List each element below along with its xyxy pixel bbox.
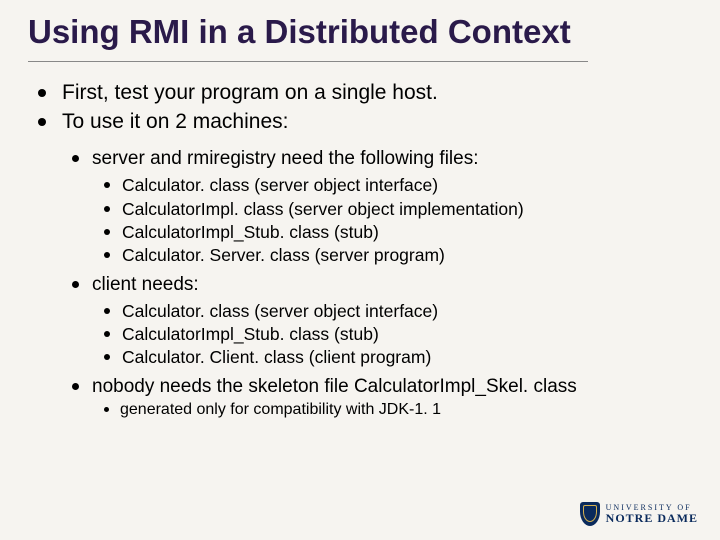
bullet-item: Calculator. class (server object interfa…: [92, 174, 692, 196]
bullet-item: generated only for compatibility with JD…: [92, 400, 692, 420]
bullet-text: CalculatorImpl_Stub. class (stub): [122, 222, 379, 242]
bullet-text: First, test your program on a single hos…: [62, 81, 438, 104]
bullet-item: CalculatorImpl. class (server object imp…: [92, 198, 692, 220]
bullet-item: server and rmiregistry need the followin…: [62, 147, 692, 266]
bullet-item: Calculator. class (server object interfa…: [92, 300, 692, 322]
bullet-item: Calculator. Server. class (server progra…: [92, 244, 692, 266]
bullet-item: CalculatorImpl_Stub. class (stub): [92, 221, 692, 243]
logo-text: UNIVERSITY OF NOTRE DAME: [606, 504, 698, 524]
bullet-text: server and rmiregistry need the followin…: [92, 148, 479, 169]
bullet-item: To use it on 2 machines: server and rmir…: [28, 109, 692, 421]
bullet-sublist: Calculator. class (server object interfa…: [92, 174, 692, 267]
bullet-text: CalculatorImpl_Stub. class (stub): [122, 324, 379, 344]
bullet-item: nobody needs the skeleton file Calculato…: [62, 375, 692, 421]
bullet-text: Calculator. Client. class (client progra…: [122, 347, 431, 367]
bullet-item: Calculator. Client. class (client progra…: [92, 346, 692, 368]
bullet-text: Calculator. Server. class (server progra…: [122, 245, 445, 265]
bullet-sublist: Calculator. class (server object interfa…: [92, 300, 692, 369]
bullet-text: client needs:: [92, 274, 199, 295]
bullet-sublist: generated only for compatibility with JD…: [92, 400, 692, 420]
bullet-text: CalculatorImpl. class (server object imp…: [122, 199, 524, 219]
bullet-list: First, test your program on a single hos…: [28, 80, 692, 421]
slide: Using RMI in a Distributed Context First…: [0, 0, 720, 421]
bullet-text: Calculator. class (server object interfa…: [122, 301, 438, 321]
slide-title: Using RMI in a Distributed Context: [28, 14, 588, 62]
logo-line2: NOTRE DAME: [606, 512, 698, 524]
bullet-item: First, test your program on a single hos…: [28, 80, 692, 106]
bullet-text: To use it on 2 machines:: [62, 110, 288, 133]
bullet-text: nobody needs the skeleton file Calculato…: [92, 376, 577, 397]
bullet-sublist: server and rmiregistry need the followin…: [62, 147, 692, 420]
bullet-text: Calculator. class (server object interfa…: [122, 175, 438, 195]
university-logo: UNIVERSITY OF NOTRE DAME: [580, 502, 698, 526]
bullet-text: generated only for compatibility with JD…: [120, 401, 441, 418]
shield-icon: [580, 502, 600, 526]
bullet-item: client needs: Calculator. class (server …: [62, 273, 692, 369]
bullet-item: CalculatorImpl_Stub. class (stub): [92, 323, 692, 345]
